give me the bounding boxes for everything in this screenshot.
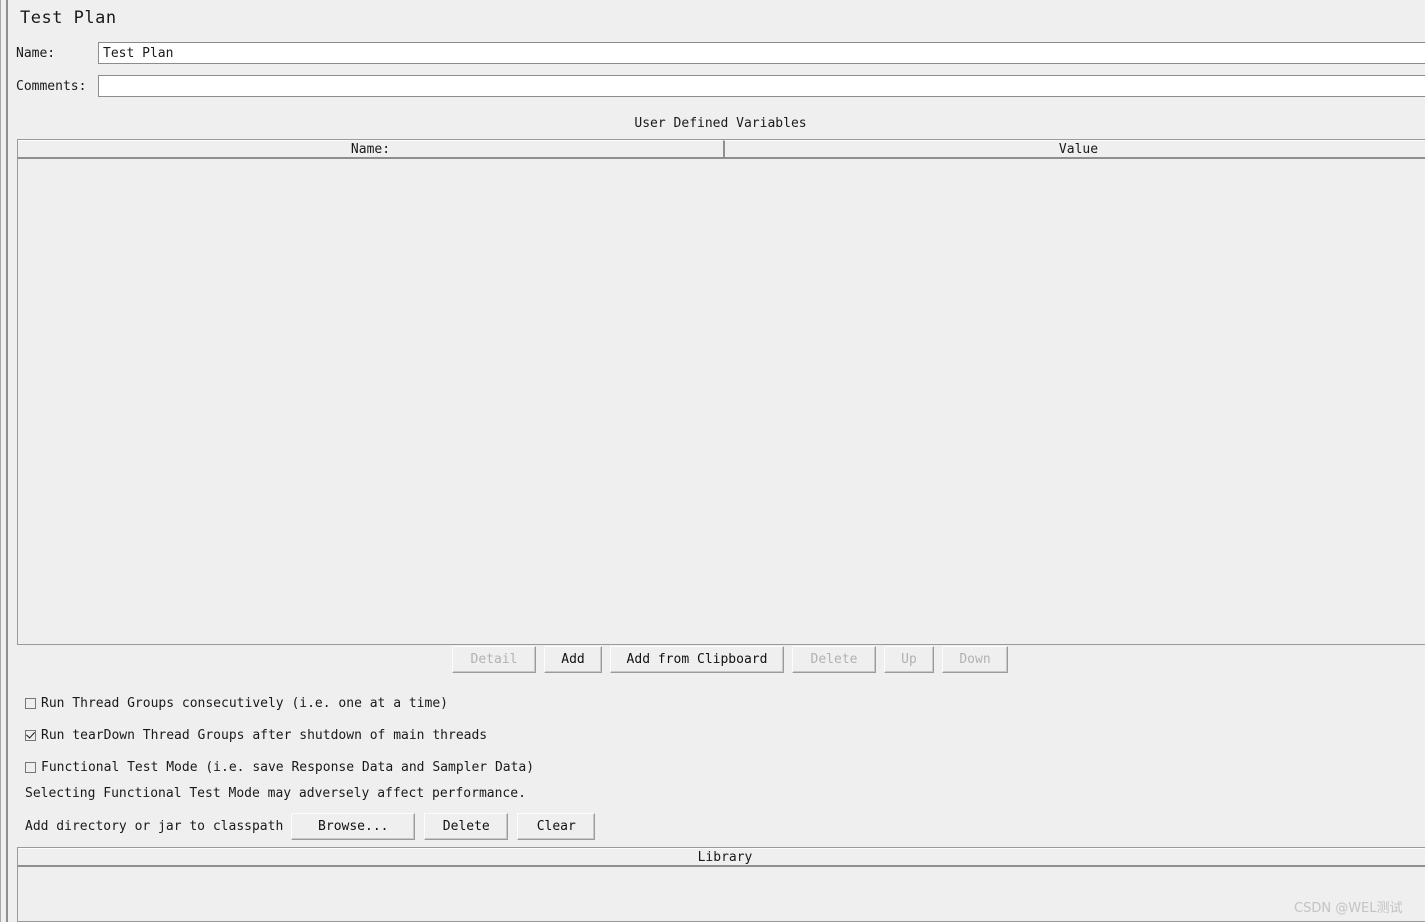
user-defined-variables-table[interactable]: Name: Value <box>17 139 1425 645</box>
delete-classpath-button[interactable]: Delete <box>424 813 509 840</box>
run-consecutively-checkbox[interactable] <box>25 697 36 709</box>
variables-column-value[interactable]: Value <box>723 140 1425 157</box>
run-consecutively-row[interactable]: Run Thread Groups consecutively (i.e. on… <box>25 694 448 712</box>
library-table-body[interactable] <box>18 867 1425 921</box>
variables-column-name[interactable]: Name: <box>18 140 723 157</box>
functional-mode-checkbox[interactable] <box>25 761 36 773</box>
functional-mode-label: Functional Test Mode (i.e. save Response… <box>41 759 535 775</box>
variables-table-header: Name: Value <box>18 140 1425 159</box>
window-outer-edge <box>0 0 1 922</box>
name-label: Name: <box>16 45 56 61</box>
clear-classpath-button[interactable]: Clear <box>517 813 596 840</box>
csdn-watermark: CSDN @WEL测试 <box>1294 901 1403 916</box>
test-plan-window: Test Plan Name: Comments: User Defined V… <box>0 0 1425 922</box>
run-consecutively-label: Run Thread Groups consecutively (i.e. on… <box>41 695 448 711</box>
functional-mode-row[interactable]: Functional Test Mode (i.e. save Response… <box>25 758 534 776</box>
browse-button[interactable]: Browse... <box>291 813 416 840</box>
library-table-header: Library <box>18 848 1425 867</box>
comments-row: Comments: <box>16 75 86 97</box>
run-teardown-row[interactable]: Run tearDown Thread Groups after shutdow… <box>25 726 487 744</box>
detail-button[interactable]: Detail <box>452 646 536 673</box>
comments-label: Comments: <box>16 78 87 94</box>
delete-variable-button[interactable]: Delete <box>792 646 876 673</box>
name-input[interactable] <box>98 42 1425 64</box>
library-table[interactable]: Library <box>17 847 1425 922</box>
run-teardown-label: Run tearDown Thread Groups after shutdow… <box>41 727 488 743</box>
classpath-row: Add directory or jar to classpath Browse… <box>25 813 596 840</box>
functional-mode-note: Selecting Functional Test Mode may adver… <box>25 786 526 801</box>
library-column-header[interactable]: Library <box>18 848 1425 865</box>
up-button[interactable]: Up <box>884 646 934 673</box>
variables-button-row: Detail Add Add from Clipboard Delete Up … <box>452 646 1008 673</box>
user-defined-variables-caption: User Defined Variables <box>634 116 807 131</box>
add-button[interactable]: Add <box>544 646 602 673</box>
classpath-label: Add directory or jar to classpath <box>25 819 284 834</box>
test-plan-panel: Test Plan Name: Comments: User Defined V… <box>8 0 1425 922</box>
page-title: Test Plan <box>20 8 117 28</box>
name-row: Name: <box>16 42 55 64</box>
run-teardown-checkbox[interactable] <box>25 729 36 741</box>
down-button[interactable]: Down <box>942 646 1008 673</box>
comments-input[interactable] <box>98 75 1425 97</box>
variables-table-body[interactable] <box>18 159 1425 644</box>
add-from-clipboard-button[interactable]: Add from Clipboard <box>610 646 784 673</box>
